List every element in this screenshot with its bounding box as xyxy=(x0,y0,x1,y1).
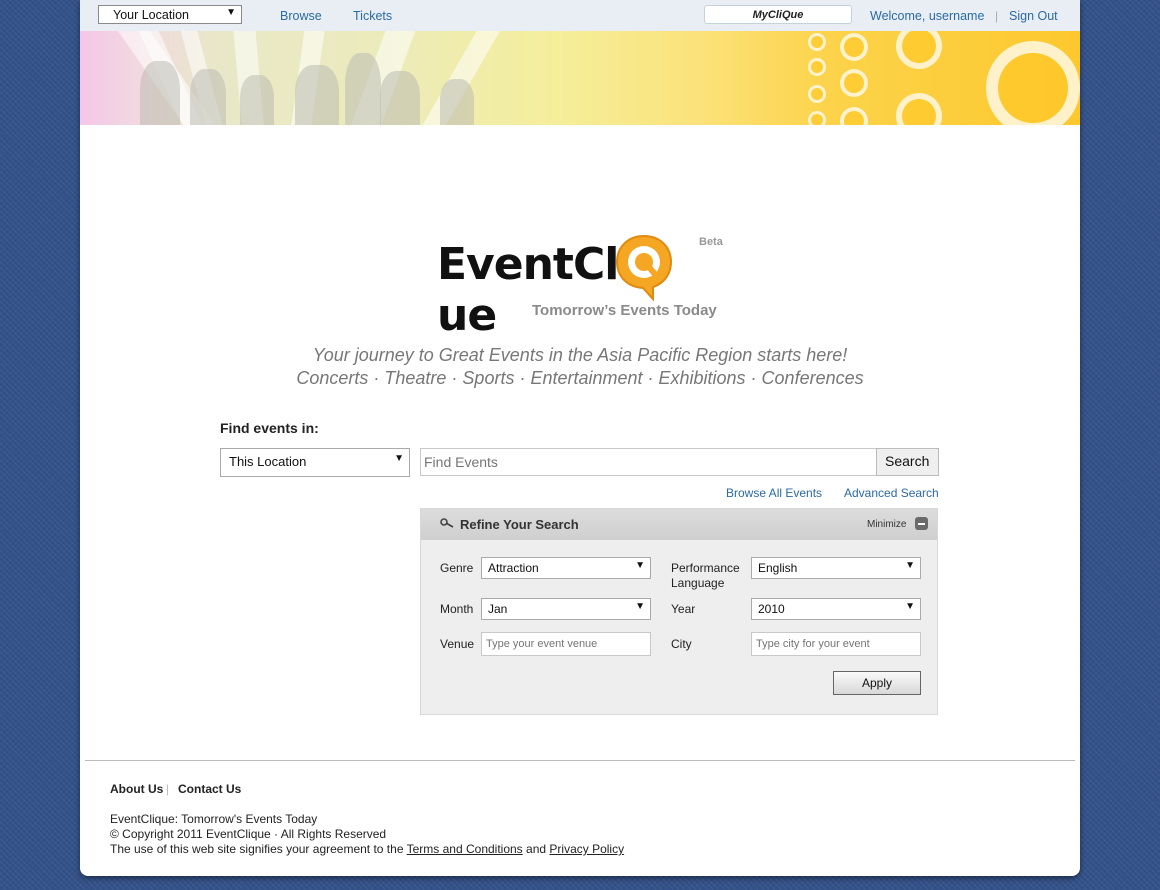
crowd-silhouette xyxy=(190,69,226,125)
footer-and: and xyxy=(526,842,547,856)
q-pattern-icon xyxy=(808,111,826,125)
venue-input[interactable] xyxy=(481,632,651,656)
crowd-silhouette xyxy=(380,71,420,125)
intro-categories: Concerts · Theatre · Sports · Entertainm… xyxy=(296,368,864,388)
divider: | xyxy=(995,9,999,23)
footer-terms-notice: The use of this web site signifies your … xyxy=(110,842,624,856)
logo-wordmark: EventCliue xyxy=(437,239,633,341)
city-input[interactable] xyxy=(751,632,921,656)
crowd-silhouette xyxy=(240,75,274,125)
q-bubble-icon xyxy=(615,234,673,302)
crowd-silhouette xyxy=(295,65,339,125)
minimize-icon[interactable] xyxy=(915,517,928,530)
performance-language-select[interactable]: English ▼ xyxy=(751,557,921,579)
q-pattern-icon xyxy=(986,41,1080,125)
location-select-value: Your Location xyxy=(113,8,189,22)
key-icon xyxy=(440,518,454,528)
genre-value: Attraction xyxy=(488,561,539,575)
q-pattern-icon xyxy=(896,93,942,125)
q-pattern-icon xyxy=(840,107,868,125)
performance-language-value: English xyxy=(758,561,798,575)
footer-tagline: EventClique: Tomorrow's Events Today xyxy=(110,812,318,826)
about-us-link[interactable]: About Us xyxy=(110,782,163,796)
welcome-user-link[interactable]: Welcome, username xyxy=(870,9,984,23)
venue-label: Venue xyxy=(440,637,475,651)
q-pattern-icon xyxy=(808,33,826,51)
footer-divider xyxy=(85,760,1075,761)
search-button[interactable]: Search xyxy=(876,448,939,476)
q-pattern-icon xyxy=(896,31,942,69)
intro-headline: Your journey to Great Events in the Asia… xyxy=(312,345,848,365)
browse-link[interactable]: Browse xyxy=(280,9,322,23)
search-location-select[interactable]: This Location ▼ xyxy=(220,448,410,477)
find-events-label: Find events in: xyxy=(220,420,319,436)
chevron-down-icon: ▼ xyxy=(635,601,645,612)
crowd-silhouette xyxy=(140,61,180,125)
q-pattern-icon xyxy=(808,85,826,103)
browse-all-events-link[interactable]: Browse All Events xyxy=(726,486,822,500)
chevron-down-icon: ▼ xyxy=(394,453,404,464)
q-pattern-icon xyxy=(840,33,868,61)
advanced-search-link[interactable]: Advanced Search xyxy=(844,486,939,500)
search-location-value: This Location xyxy=(229,454,307,469)
divider: | xyxy=(166,782,170,796)
refine-search-title: Refine Your Search xyxy=(460,517,579,532)
footer-copyright: © Copyright 2011 EventClique · All Right… xyxy=(110,827,387,841)
performance-language-label: Performance Language xyxy=(671,561,740,590)
genre-label: Genre xyxy=(440,561,474,575)
month-select[interactable]: Jan ▼ xyxy=(481,598,651,620)
crowd-silhouette xyxy=(440,79,474,125)
apply-button[interactable]: Apply xyxy=(833,671,921,695)
year-value: 2010 xyxy=(758,602,785,616)
chevron-down-icon: ▼ xyxy=(226,7,236,18)
refine-search-header: Refine Your Search Minimize xyxy=(421,509,937,540)
q-pattern-icon xyxy=(808,58,826,76)
logo-tagline: Tomorrow’s Events Today xyxy=(532,302,717,319)
chevron-down-icon: ▼ xyxy=(905,560,915,571)
q-pattern-icon xyxy=(840,69,868,97)
tickets-link[interactable]: Tickets xyxy=(353,9,392,23)
minimize-label[interactable]: Minimize xyxy=(867,519,906,530)
header-banner xyxy=(80,31,1080,125)
page-container: Your Location ▼ Browse Tickets MyCliQue … xyxy=(80,0,1080,876)
terms-link[interactable]: Terms and Conditions xyxy=(407,842,523,856)
refine-search-panel: Refine Your Search Minimize Genre Attrac… xyxy=(420,508,938,715)
year-label: Year xyxy=(671,602,696,616)
sign-out-link[interactable]: Sign Out xyxy=(1009,9,1058,23)
beta-badge: Beta xyxy=(699,236,723,248)
contact-us-link[interactable]: Contact Us xyxy=(178,782,241,796)
location-select[interactable]: Your Location ▼ xyxy=(98,5,242,24)
city-label: City xyxy=(671,637,692,651)
genre-select[interactable]: Attraction ▼ xyxy=(481,557,651,579)
myclique-button[interactable]: MyCliQue xyxy=(704,5,852,24)
month-value: Jan xyxy=(488,602,508,616)
footer-terms-prefix: The use of this web site signifies your … xyxy=(110,842,404,856)
privacy-policy-link[interactable]: Privacy Policy xyxy=(549,842,624,856)
month-label: Month xyxy=(440,602,474,616)
chevron-down-icon: ▼ xyxy=(905,601,915,612)
search-input[interactable] xyxy=(420,448,877,476)
year-select[interactable]: 2010 ▼ xyxy=(751,598,921,620)
chevron-down-icon: ▼ xyxy=(635,560,645,571)
eventclique-logo: EventCliue Beta Tomorrow’s Events Today xyxy=(437,233,727,341)
crowd-silhouette xyxy=(345,53,381,125)
top-bar: Your Location ▼ Browse Tickets MyCliQue … xyxy=(80,0,1080,32)
